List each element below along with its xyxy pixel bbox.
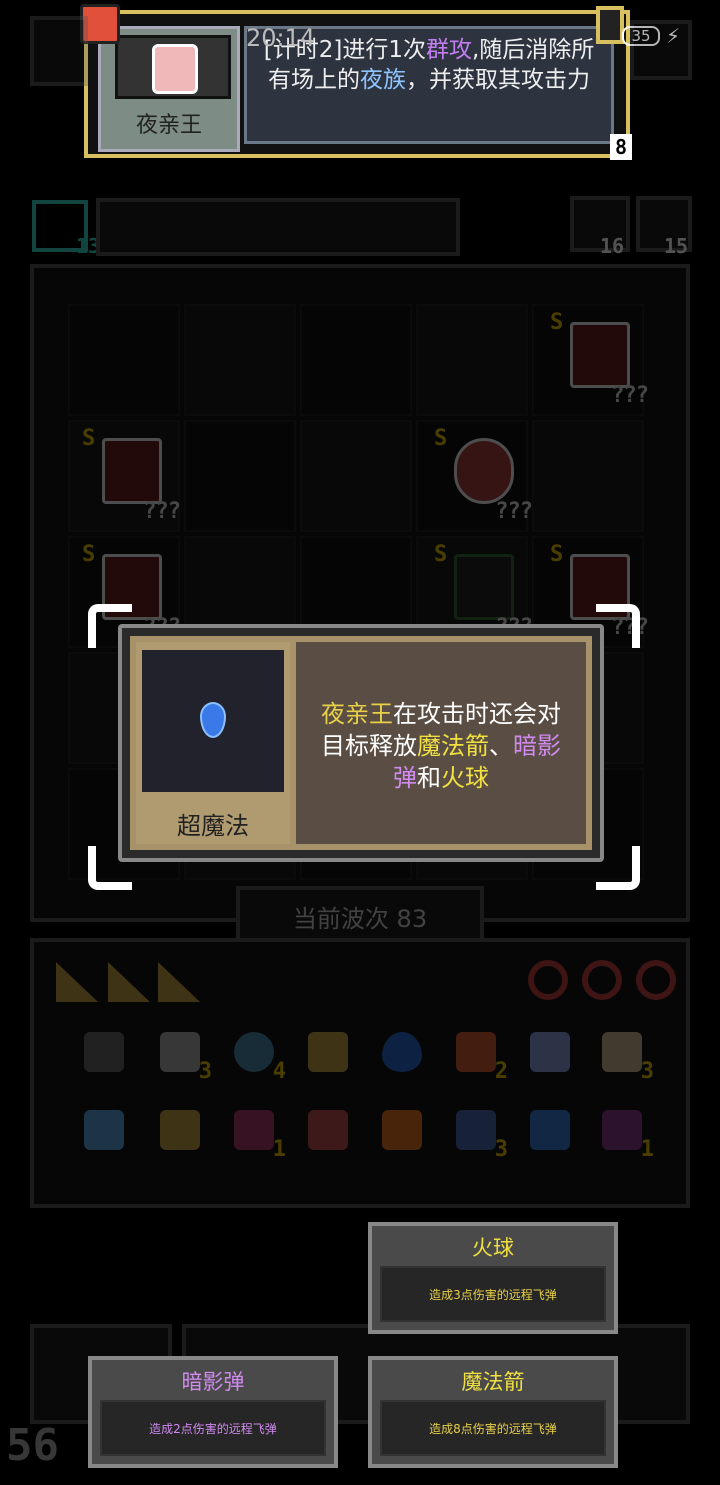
choice-magic-arrow[interactable]: 魔法箭 造成8点伤害的远程飞弹: [368, 1356, 618, 1468]
item-count: 3: [198, 1059, 212, 1084]
choice-fireball-desc: 造成3点伤害的远程飞弹: [380, 1266, 606, 1322]
gold-count: 15: [664, 234, 689, 258]
board-unit[interactable]: S???: [80, 424, 181, 524]
unit-power: ???: [143, 499, 181, 524]
item-amulet-icon[interactable]: 1: [596, 1104, 654, 1162]
unit-rank: S: [550, 310, 564, 335]
unit-sprite: [570, 322, 630, 388]
card-slot-icon[interactable]: [158, 962, 200, 1002]
card-slot-icon[interactable]: [108, 962, 150, 1002]
ring-icon[interactable]: [582, 960, 622, 1000]
item-heart-icon[interactable]: 4: [228, 1026, 286, 1084]
choice-fireball-title: 火球: [472, 1236, 514, 1260]
unit-rank: S: [434, 542, 448, 567]
board-unit[interactable]: S???: [432, 424, 533, 524]
wave-progress-bar: [96, 198, 460, 256]
item-claw-icon[interactable]: [302, 1026, 354, 1078]
choice-magic-arrow-desc: 造成8点伤害的远程飞弹: [380, 1400, 606, 1456]
card-slot-icon[interactable]: [56, 962, 98, 1002]
skill-text-and: 和: [417, 764, 441, 792]
board-unit[interactable]: S???: [548, 308, 649, 408]
upgrade-count: 16: [600, 234, 625, 258]
ring-icon[interactable]: [528, 960, 568, 1000]
item-axe-icon[interactable]: 2: [450, 1026, 508, 1084]
bottom-number: 56: [6, 1420, 59, 1471]
item-wing-icon[interactable]: [78, 1104, 130, 1156]
item-scroll-icon[interactable]: 3: [154, 1026, 212, 1084]
top-left-slot[interactable]: [30, 16, 88, 86]
unit-sprite: [102, 438, 162, 504]
unit-power: ???: [611, 383, 649, 408]
skill-title: 超魔法: [177, 812, 249, 840]
item-count: 3: [494, 1137, 508, 1162]
unit-rank: S: [434, 426, 448, 451]
unit-sprite: [454, 554, 514, 620]
item-hammer-icon[interactable]: [154, 1104, 206, 1156]
choice-shadow-bolt-title: 暗影弹: [181, 1370, 245, 1394]
top-right-slot[interactable]: [630, 20, 692, 80]
item-count: 1: [640, 1137, 654, 1162]
item-fire-icon[interactable]: [376, 1104, 428, 1156]
skill-text-magic-arrow: 魔法箭: [417, 732, 489, 760]
skill-popup-inner: 超魔法 夜亲王在攻击时还会对目标释放魔法箭、暗影弹和火球: [130, 636, 592, 850]
item-hourglass-icon[interactable]: 3: [450, 1104, 508, 1162]
item-map-icon[interactable]: 3: [596, 1026, 654, 1084]
choice-magic-arrow-title: 魔法箭: [461, 1370, 525, 1394]
item-count: 4: [272, 1059, 286, 1084]
skill-icon-box: [142, 650, 284, 792]
item-potion-icon[interactable]: 1: [228, 1104, 286, 1162]
item-count: 2: [494, 1059, 508, 1084]
unit-rank: S: [82, 426, 96, 451]
choice-fireball[interactable]: 火球 造成3点伤害的远程飞弹: [368, 1222, 618, 1334]
item-orb-icon[interactable]: [524, 1104, 576, 1156]
item-feather-icon[interactable]: [524, 1026, 576, 1078]
unit-sprite: [454, 438, 514, 504]
skill-text-sep: 、: [489, 732, 513, 760]
skill-text-fireball: 火球: [441, 764, 489, 792]
item-arrow-icon[interactable]: [302, 1104, 354, 1156]
unit-rank: S: [82, 542, 96, 567]
skill-icon-frame: 超魔法: [136, 642, 290, 844]
ring-icon[interactable]: [636, 960, 676, 1000]
item-water-drop-icon[interactable]: [376, 1026, 428, 1078]
skill-text-box: 夜亲王在攻击时还会对目标释放魔法箭、暗影弹和火球: [296, 642, 586, 844]
choice-shadow-bolt-desc: 造成2点伤害的远程飞弹: [100, 1400, 326, 1456]
unit-rank: S: [550, 542, 564, 567]
wave-value: 83: [396, 905, 428, 933]
wave-label: 当前波次: [292, 905, 389, 933]
item-count: 1: [272, 1137, 286, 1162]
water-drop-icon: [200, 702, 226, 738]
item-book-icon[interactable]: [78, 1026, 130, 1078]
choice-shadow-bolt[interactable]: 暗影弹 造成2点伤害的远程飞弹: [88, 1356, 338, 1468]
skill-text-hero: 夜亲王: [321, 700, 393, 728]
inventory-panel: 3 4 2 3 1 3 1: [30, 938, 690, 1208]
skill-popup: 超魔法 夜亲王在攻击时还会对目标释放魔法箭、暗影弹和火球: [118, 624, 604, 862]
unit-power: ???: [495, 499, 533, 524]
item-count: 3: [640, 1059, 654, 1084]
